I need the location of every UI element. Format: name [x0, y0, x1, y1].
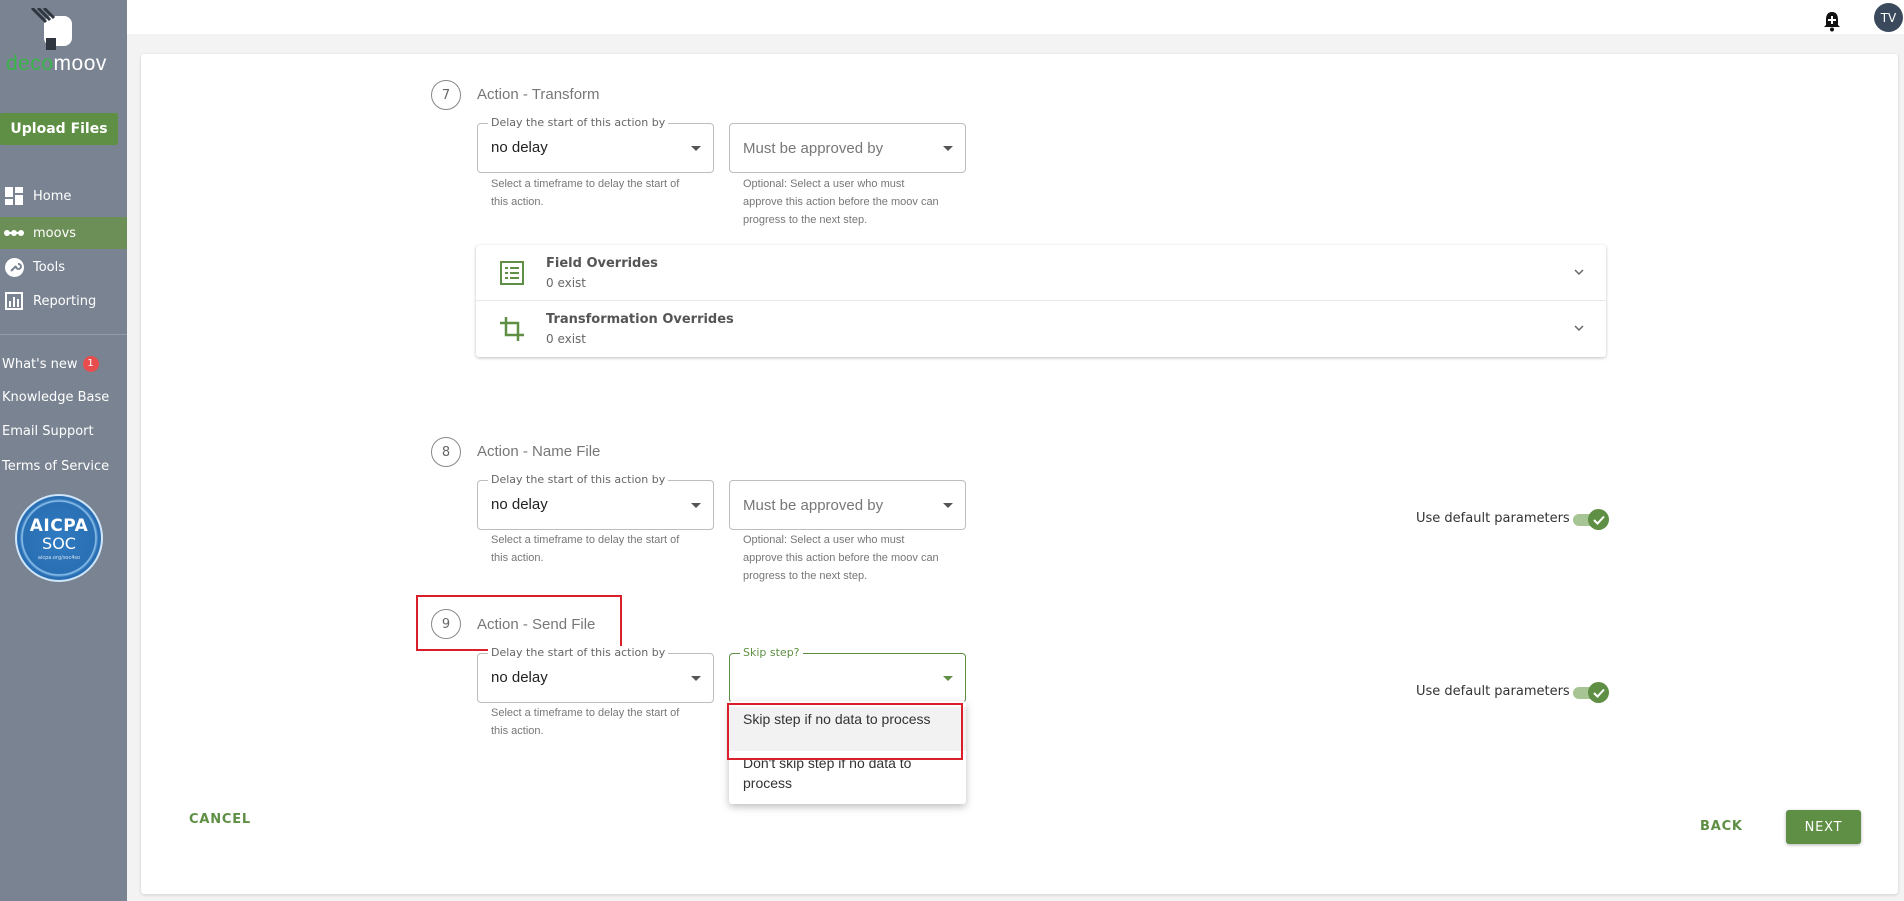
- dropdown-arrow-icon: [691, 146, 701, 151]
- sidebar-item-reporting[interactable]: Reporting: [0, 285, 127, 317]
- delay-select-label: Delay the start of this action by: [488, 473, 669, 486]
- next-button[interactable]: NEXT: [1786, 810, 1861, 844]
- terms-of-service-link[interactable]: Terms of Service: [2, 459, 109, 474]
- sidebar-item-label: moovs: [33, 225, 77, 241]
- approver-helper-text: Optional: Select a user who must approve…: [743, 534, 939, 582]
- dropdown-arrow-icon: [691, 503, 701, 508]
- user-avatar[interactable]: TV: [1874, 3, 1903, 32]
- whats-new-link[interactable]: What's new 1: [2, 356, 99, 372]
- step-number: 7: [431, 80, 461, 110]
- check-icon: [1592, 515, 1605, 525]
- delay-helper-text: Select a timeframe to delay the start of…: [491, 534, 680, 564]
- aicpa-line1: AICPA: [29, 515, 89, 536]
- logo-mark-icon: [30, 8, 72, 50]
- toggle-knob: [1588, 682, 1609, 703]
- delay-select[interactable]: Delay the start of this action by no del…: [477, 646, 714, 703]
- step-title: Action - Transform: [477, 86, 600, 103]
- list-icon: [500, 261, 524, 285]
- delay-select-value: no delay: [491, 496, 548, 513]
- default-parameters-toggle[interactable]: [1573, 509, 1609, 530]
- step-title: Action - Name File: [477, 443, 601, 460]
- main-card: [141, 54, 1898, 894]
- top-bar: [127, 0, 1904, 34]
- crop-icon: [500, 317, 524, 341]
- overrides-panel: Field Overrides 0 exist Transformation O…: [476, 245, 1606, 357]
- delay-helper-text: Select a timeframe to delay the start of…: [491, 707, 680, 737]
- sidebar-item-label: Tools: [33, 259, 66, 275]
- upload-files-button[interactable]: Upload Files: [0, 113, 118, 145]
- delay-select-label: Delay the start of this action by: [488, 646, 669, 659]
- transformation-overrides-count: 0 exist: [546, 332, 587, 346]
- sidebar: decomoov Upload Files Home moovs Tools R…: [0, 0, 127, 901]
- knowledge-base-link[interactable]: Knowledge Base: [2, 390, 109, 405]
- delay-select[interactable]: Delay the start of this action by no del…: [477, 473, 714, 530]
- sidebar-item-home[interactable]: Home: [0, 180, 127, 212]
- whats-new-label: What's new: [2, 356, 78, 372]
- dashboard-icon: [3, 186, 25, 206]
- delay-select-value: no delay: [491, 139, 548, 156]
- step-number: 9: [431, 609, 461, 639]
- bar-chart-icon: [3, 291, 25, 311]
- approver-helper-text: Optional: Select a user who must approve…: [743, 178, 939, 226]
- option-highlight-box: [727, 703, 963, 760]
- field-overrides-count: 0 exist: [546, 276, 587, 290]
- step-title: Action - Send File: [477, 616, 596, 633]
- aicpa-line3: aicpa.org/soc4so: [37, 554, 81, 561]
- chevron-down-icon[interactable]: [1572, 265, 1586, 279]
- default-parameters-label: Use default parameters: [1416, 684, 1570, 699]
- dropdown-arrow-icon: [943, 503, 953, 508]
- skip-step-select[interactable]: Skip step?: [729, 646, 966, 703]
- dropdown-arrow-icon: [691, 676, 701, 681]
- logo-text: decomoov: [6, 52, 107, 75]
- skip-step-select-label: Skip step?: [740, 646, 803, 659]
- delay-select[interactable]: Delay the start of this action by no del…: [477, 116, 714, 173]
- transformation-overrides-row[interactable]: Transformation Overrides 0 exist: [476, 301, 1606, 357]
- approver-select[interactable]: Must be approved by: [729, 123, 966, 173]
- sidebar-item-tools[interactable]: Tools: [0, 251, 127, 283]
- dots-icon: [3, 223, 25, 243]
- logo[interactable]: decomoov: [0, 0, 127, 80]
- approver-select-placeholder: Must be approved by: [743, 140, 884, 157]
- notification-bell-icon[interactable]: [1822, 10, 1842, 32]
- chevron-down-icon[interactable]: [1572, 321, 1586, 335]
- field-overrides-row[interactable]: Field Overrides 0 exist: [476, 245, 1606, 301]
- approver-select[interactable]: Must be approved by: [729, 480, 966, 530]
- wrench-icon: [3, 257, 25, 277]
- delay-select-label: Delay the start of this action by: [488, 116, 669, 129]
- default-parameters-label: Use default parameters: [1416, 511, 1570, 526]
- sidebar-divider: [0, 334, 127, 335]
- delay-select-value: no delay: [491, 669, 548, 686]
- aicpa-line2: SOC: [42, 533, 76, 553]
- aicpa-soc-badge: AICPA SOC aicpa.org/soc4so: [15, 494, 103, 582]
- step-number: 8: [431, 437, 461, 467]
- approver-select-placeholder: Must be approved by: [743, 497, 884, 514]
- field-overrides-title: Field Overrides: [546, 256, 658, 271]
- dropdown-arrow-icon: [943, 676, 953, 681]
- sidebar-item-label: Home: [33, 188, 72, 204]
- notification-badge: 1: [82, 356, 99, 372]
- dropdown-arrow-icon: [943, 146, 953, 151]
- sidebar-item-label: Reporting: [33, 293, 97, 309]
- transformation-overrides-title: Transformation Overrides: [546, 312, 734, 327]
- default-parameters-toggle[interactable]: [1573, 682, 1609, 703]
- email-support-link[interactable]: Email Support: [2, 424, 94, 439]
- delay-helper-text: Select a timeframe to delay the start of…: [491, 178, 680, 208]
- cancel-button[interactable]: CANCEL: [189, 812, 251, 827]
- back-button[interactable]: BACK: [1700, 819, 1743, 834]
- check-icon: [1592, 688, 1605, 698]
- sidebar-item-moovs[interactable]: moovs: [0, 217, 127, 249]
- toggle-knob: [1588, 509, 1609, 530]
